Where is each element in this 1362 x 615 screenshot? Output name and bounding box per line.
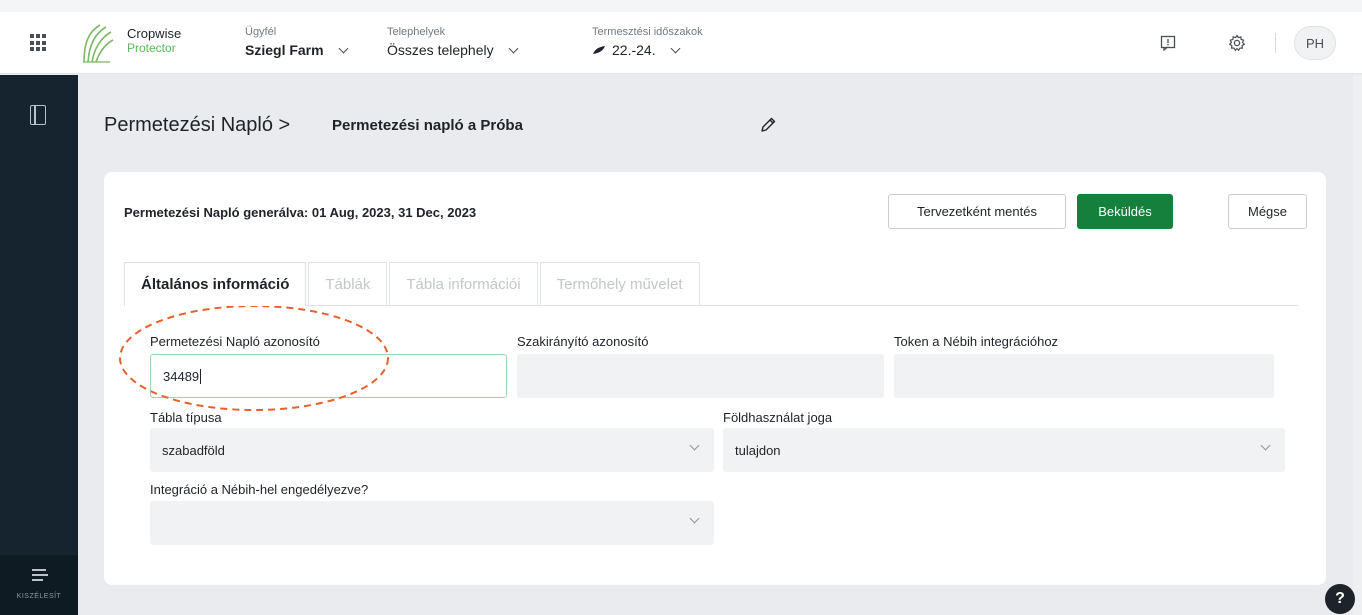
chevron-down-icon [689, 440, 700, 451]
nebih-enabled-select[interactable] [150, 501, 714, 545]
top-strip [0, 0, 1362, 12]
field-type-value: szabadföld [162, 442, 225, 458]
land-use-select[interactable]: tulajdon [723, 428, 1285, 472]
advisor-id-input[interactable] [517, 354, 884, 398]
tab-general-info[interactable]: Általános információ [124, 262, 307, 306]
tab-bar: Általános információ Táblák Tábla inform… [124, 262, 702, 306]
sidebar: KISZÉLESÍT [0, 75, 78, 615]
submit-button[interactable]: Beküldés [1077, 194, 1173, 229]
leaf-icon [593, 46, 605, 54]
nebih-token-input[interactable] [894, 354, 1274, 398]
chevron-down-icon [670, 43, 681, 53]
cropwise-logo-icon [83, 24, 114, 63]
season-value: 22.-24. [612, 42, 656, 58]
chevron-down-icon [689, 513, 700, 524]
chevron-down-icon [338, 43, 349, 53]
sites-selector[interactable]: Telephelyek Összes telephely [387, 26, 519, 61]
save-draft-button[interactable]: Tervezetként mentés [888, 194, 1066, 229]
land-use-label: Földhasználat joga [723, 410, 833, 425]
nebih-enabled-label: Integráció a Nébih-hel engedélyezve? [150, 482, 369, 497]
scrollbar[interactable] [1353, 75, 1362, 615]
logbook-icon[interactable] [30, 105, 46, 125]
breadcrumb-root[interactable]: Permetezési Napló > [104, 114, 290, 137]
feedback-icon[interactable] [1157, 32, 1179, 54]
client-value: Sziegl Farm [245, 42, 324, 58]
avatar[interactable]: PH [1294, 26, 1336, 60]
brand-name: Cropwise Protector [127, 26, 182, 56]
tab-fields[interactable]: Táblák [308, 262, 388, 306]
chevron-down-icon [508, 43, 519, 53]
cancel-button[interactable]: Mégse [1228, 194, 1307, 229]
field-type-select[interactable]: szabadföld [150, 428, 714, 472]
client-selector[interactable]: Ügyfél Sziegl Farm [245, 26, 349, 61]
sidebar-expand-button[interactable]: KISZÉLESÍT [0, 555, 78, 615]
chevron-down-icon [1260, 440, 1271, 451]
help-button[interactable]: ? [1325, 584, 1355, 614]
top-header: Cropwise Protector Ügyfél Sziegl Farm Te… [0, 12, 1362, 74]
expand-arrow-icon [32, 569, 48, 581]
highlight-ellipse [119, 305, 389, 411]
sites-value: Összes telephely [387, 42, 494, 58]
season-selector[interactable]: Termesztési időszakok 22.-24. [592, 26, 703, 61]
field-type-label: Tábla típusa [150, 410, 222, 425]
generated-info: Permetezési Napló generálva: 01 Aug, 202… [124, 205, 477, 220]
nebih-token-label: Token a Nébih integrációhoz [894, 334, 1059, 349]
gear-icon[interactable] [1226, 32, 1248, 54]
app-grid-icon[interactable] [30, 34, 48, 52]
advisor-id-label: Szakirányító azonosító [517, 334, 649, 349]
page-title: Permetezési napló a Próba [332, 117, 523, 134]
tab-field-info[interactable]: Tábla információi [389, 262, 538, 306]
tab-site-operation[interactable]: Termőhely művelet [539, 262, 700, 306]
header-divider [1275, 33, 1276, 53]
land-use-value: tulajdon [735, 442, 781, 458]
pencil-icon[interactable] [758, 115, 778, 135]
